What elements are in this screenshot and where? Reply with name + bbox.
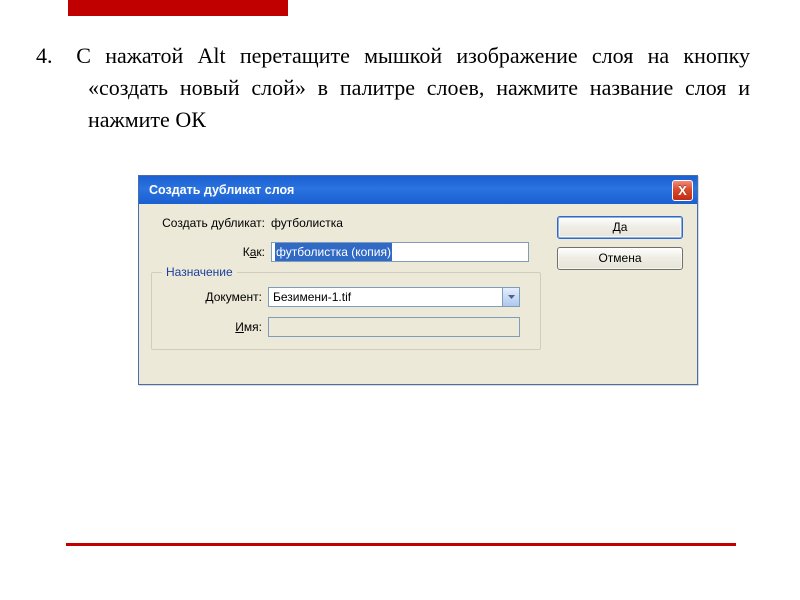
document-dropdown-value: Безимени-1.tif <box>273 290 351 304</box>
dropdown-button[interactable] <box>502 288 519 306</box>
name-input[interactable] <box>268 317 520 337</box>
as-input[interactable]: футболистка (копия) <box>271 242 529 262</box>
document-dropdown[interactable]: Безимени-1.tif <box>268 287 520 307</box>
instruction-body: С нажатой Alt перетащите мышкой изображе… <box>76 43 750 132</box>
cancel-button[interactable]: Отмена <box>557 247 683 270</box>
duplicate-value: футболистка <box>271 216 343 230</box>
close-button[interactable]: X <box>672 180 693 201</box>
instruction-text: 4. С нажатой Alt перетащите мышкой изобр… <box>62 40 750 136</box>
document-row: Документ: Безимени-1.tif <box>160 287 532 307</box>
as-input-text: футболистка (копия) <box>275 243 392 261</box>
slide-footer-line <box>66 543 736 546</box>
as-label: Как: <box>151 245 271 259</box>
document-label: Документ: <box>160 290 268 304</box>
destination-legend: Назначение <box>162 265 237 279</box>
name-row: Имя: <box>160 317 532 337</box>
name-label: Имя: <box>160 320 268 334</box>
slide-accent-bar <box>68 0 288 16</box>
ok-button[interactable]: Да <box>557 216 683 239</box>
chevron-down-icon <box>508 295 515 299</box>
close-icon: X <box>678 183 687 198</box>
dialog-body: Создать дубликат: футболистка Как: футбо… <box>139 204 697 384</box>
dialog-buttons: Да Отмена <box>557 216 683 270</box>
dialog-titlebar[interactable]: Создать дубликат слоя X <box>139 176 697 204</box>
destination-fieldset: Назначение Документ: Безимени-1.tif Имя: <box>151 272 541 350</box>
duplicate-layer-dialog: Создать дубликат слоя X Создать дубликат… <box>138 175 698 385</box>
duplicate-label: Создать дубликат: <box>151 216 271 230</box>
dialog-title: Создать дубликат слоя <box>149 183 672 197</box>
